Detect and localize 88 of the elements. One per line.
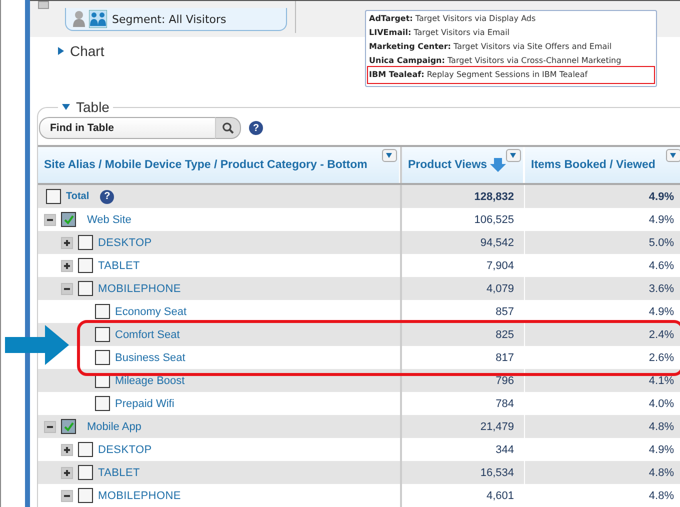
help-icon[interactable]: ? (249, 121, 263, 135)
table-section-toggle[interactable]: Table (58, 99, 114, 115)
table-cell: 16,534 (480, 466, 514, 478)
checkbox[interactable] (78, 235, 93, 250)
arrow-annotation (5, 325, 69, 365)
table-cell: 817 (496, 352, 514, 364)
column-header[interactable]: Items Booked / Viewed (524, 147, 680, 183)
column-header[interactable]: Site Alias / Mobile Device Type / Product Category - Bottom (38, 147, 400, 183)
checkbox[interactable] (95, 327, 110, 342)
row-label[interactable]: MOBILEPHONE (98, 282, 181, 294)
column-menu-button[interactable] (666, 149, 680, 162)
checkbox[interactable] (78, 488, 93, 503)
expand-icon[interactable] (61, 466, 73, 478)
row-label[interactable]: TABLET (98, 466, 140, 478)
table-cell: 784 (496, 398, 514, 410)
row-label[interactable]: Mobile App (87, 420, 142, 432)
checkbox[interactable] (61, 419, 76, 434)
row-label[interactable]: MOBILEPHONE (98, 490, 181, 502)
table-cell: 4,601 (486, 490, 514, 502)
table-cell: 4.9% (648, 306, 674, 318)
collapse-icon[interactable] (44, 420, 56, 432)
row-label[interactable]: DESKTOP (98, 444, 152, 456)
table-cell: 825 (496, 328, 514, 340)
checkbox[interactable] (61, 212, 76, 227)
collapse-icon[interactable] (61, 282, 73, 294)
column-header[interactable]: Product Views (400, 147, 524, 183)
table-cell: 4.6% (648, 260, 674, 272)
checkbox[interactable] (78, 258, 93, 273)
row-label[interactable]: Economy Seat (115, 306, 187, 318)
row-label[interactable]: Mileage Boost (115, 374, 185, 386)
table-cell: 4,079 (486, 282, 514, 294)
segment-label: Segment: All Visitors (112, 12, 226, 26)
search-icon[interactable] (215, 117, 241, 139)
table-cell: 2.6% (648, 352, 674, 364)
column-title: Items Booked / Viewed (531, 159, 656, 171)
table-cell: 5.0% (648, 236, 674, 248)
row-label[interactable]: DESKTOP (98, 236, 152, 248)
table-cell: 4.8% (648, 490, 674, 502)
row-label[interactable]: Web Site (87, 214, 132, 226)
expand-icon[interactable] (61, 236, 73, 248)
table-cell: 128,832 (474, 190, 514, 202)
integration-link[interactable]: LIVEmail: Target Visitors via Email (369, 26, 653, 40)
checkbox[interactable] (78, 465, 93, 480)
checkbox[interactable] (46, 189, 61, 204)
table-cell: 2.4% (648, 328, 674, 340)
table-cell: 4.9% (648, 444, 674, 456)
integration-link[interactable]: Unica Campaign: Target Visitors via Cross-Channel Marketing (369, 54, 653, 68)
column-menu-button[interactable] (382, 149, 397, 162)
row-label[interactable]: Business Seat (115, 352, 186, 364)
checkbox[interactable] (78, 442, 93, 457)
expand-icon[interactable] (61, 444, 73, 456)
checkbox[interactable] (95, 350, 110, 365)
search-field[interactable]: Find in Table (39, 117, 215, 139)
table-cell: 21,479 (480, 420, 514, 432)
table-cell: 796 (496, 374, 514, 386)
row-label[interactable]: Prepaid Wifi (115, 398, 174, 410)
table-cell: 857 (496, 306, 514, 318)
collapse-icon[interactable] (44, 214, 56, 226)
table-cell: 4.1% (648, 374, 674, 386)
chart-section-toggle[interactable]: Chart (58, 43, 104, 60)
table-cell: 344 (496, 444, 514, 456)
integration-link[interactable]: Marketing Center: Target Visitors via Site Offers and Email (369, 40, 653, 54)
people-group-icon[interactable] (89, 10, 107, 28)
table-cell: 4.8% (648, 420, 674, 432)
integration-link[interactable]: IBM Tealeaf: Replay Segment Sessions in IBM Tealeaf (369, 68, 653, 82)
checkbox[interactable] (95, 304, 110, 319)
table-cell: 4.8% (648, 466, 674, 478)
checkbox[interactable] (95, 396, 110, 411)
table-cell: 4.9% (648, 214, 674, 226)
column-title: Site Alias / Mobile Device Type / Product Category - Bottom (44, 159, 368, 171)
sort-descending-icon[interactable] (490, 158, 506, 172)
integration-link[interactable]: AdTarget: Target Visitors via Display Ads (369, 12, 653, 26)
row-label[interactable]: Comfort Seat (115, 328, 180, 340)
collapse-icon[interactable] (61, 490, 73, 502)
help-icon[interactable]: ? (100, 190, 114, 204)
table-cell: 4.9% (648, 190, 674, 202)
table-cell: 106,525 (474, 214, 514, 226)
table-cell: 4.0% (648, 398, 674, 410)
table-cell: 94,542 (480, 236, 514, 248)
segment-selector[interactable]: Segment: All Visitors (65, 8, 287, 31)
table-cell: 7,904 (486, 260, 514, 272)
column-menu-button[interactable] (506, 149, 521, 162)
row-label[interactable]: TABLET (98, 260, 140, 272)
column-title: Product Views (408, 159, 488, 171)
checkbox[interactable] (78, 281, 93, 296)
expand-icon[interactable] (61, 260, 73, 272)
row-label[interactable]: Total (66, 191, 90, 202)
table-cell: 3.6% (648, 282, 674, 294)
